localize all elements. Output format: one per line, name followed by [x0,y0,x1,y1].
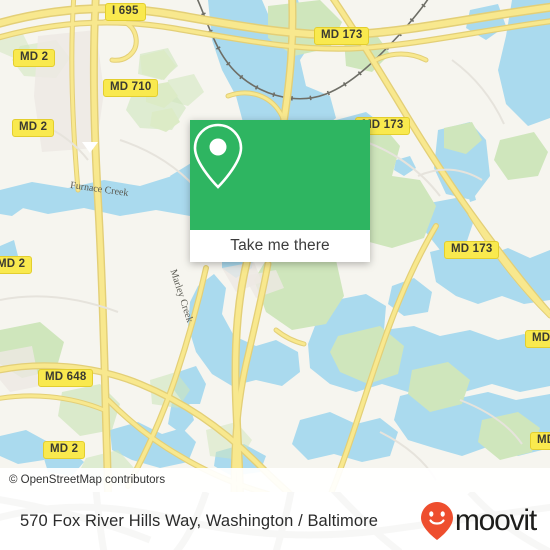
footer-content: 570 Fox River Hills Way, Washington / Ba… [0,492,550,550]
map-canvas[interactable]: I 695 MD 173 MD 2 MD 710 MD 2 MD 173 MD … [0,0,550,492]
road-shield-md173-n[interactable]: MD 173 [314,27,370,45]
moovit-brand[interactable]: moovit [420,501,537,541]
map-attribution-bar: © OpenStreetMap contributors [0,468,550,492]
map-screenshot: I 695 MD 173 MD 2 MD 710 MD 2 MD 173 MD … [0,0,550,550]
popup-cta-bar[interactable]: Take me there [190,230,370,262]
popup-image-area [190,120,370,230]
moovit-pin-smiley-icon [420,502,453,540]
map-pin-icon [193,123,243,189]
location-popup-card[interactable]: Take me there [190,120,370,262]
take-me-there-label: Take me there [230,237,330,254]
road-shield-md-edge-1[interactable]: MD [525,330,550,348]
road-shield-md648[interactable]: MD 648 [38,369,94,387]
road-shield-md173-e[interactable]: MD 173 [444,241,500,259]
attribution-text[interactable]: © OpenStreetMap contributors [0,474,165,486]
road-shield-md710[interactable]: MD 710 [103,79,159,97]
address-title: 570 Fox River Hills Way, Washington / Ba… [20,511,379,530]
road-shield-md2-edge[interactable]: MD 2 [0,256,33,274]
road-shield-md2-sw[interactable]: MD 2 [43,441,86,459]
footer-bar: 570 Fox River Hills Way, Washington / Ba… [0,492,550,550]
moovit-wordmark: moovit [454,504,537,537]
road-shield-i695[interactable]: I 695 [105,3,146,21]
road-shield-md2-nw[interactable]: MD 2 [13,49,56,67]
road-shield-md-edge-2[interactable]: MD [530,432,550,450]
road-shield-md2-w[interactable]: MD 2 [12,119,55,137]
popup-pointer-tail [82,142,98,153]
